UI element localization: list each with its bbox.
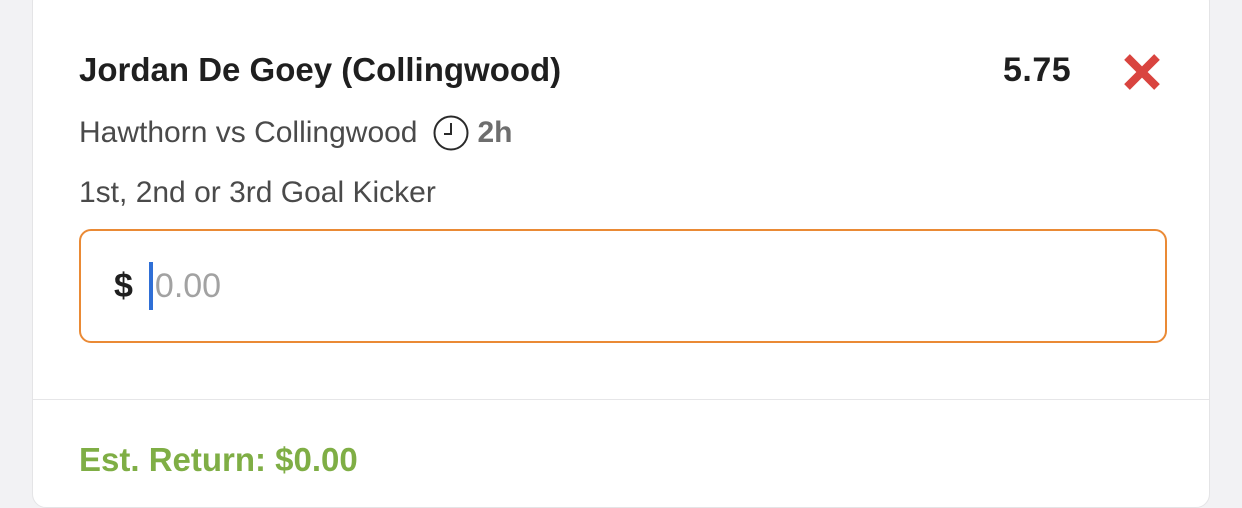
market-name: 1st, 2nd or 3rd Goal Kicker bbox=[79, 176, 436, 209]
estimated-return: Est. Return: $0.00 bbox=[79, 441, 358, 478]
text-cursor bbox=[148, 262, 153, 310]
selection-title: Jordan De Goey (Collingwood) bbox=[79, 51, 562, 88]
clock-icon bbox=[433, 115, 468, 151]
time-to-start: 2h bbox=[477, 116, 513, 149]
stake-field[interactable]: $ bbox=[79, 229, 1167, 343]
remove-bet-button[interactable] bbox=[1121, 51, 1163, 93]
odds-value: 5.75 bbox=[1003, 51, 1072, 89]
stake-input[interactable] bbox=[154, 266, 1055, 306]
divider bbox=[33, 399, 1209, 400]
close-x-icon bbox=[1124, 54, 1160, 90]
currency-symbol: $ bbox=[114, 266, 133, 305]
match-info: Hawthorn vs Collingwood 2h bbox=[79, 113, 513, 153]
match-name: Hawthorn vs Collingwood bbox=[79, 116, 418, 149]
bet-slip-card: Jordan De Goey (Collingwood) 5.75 Hawtho… bbox=[32, 0, 1210, 508]
